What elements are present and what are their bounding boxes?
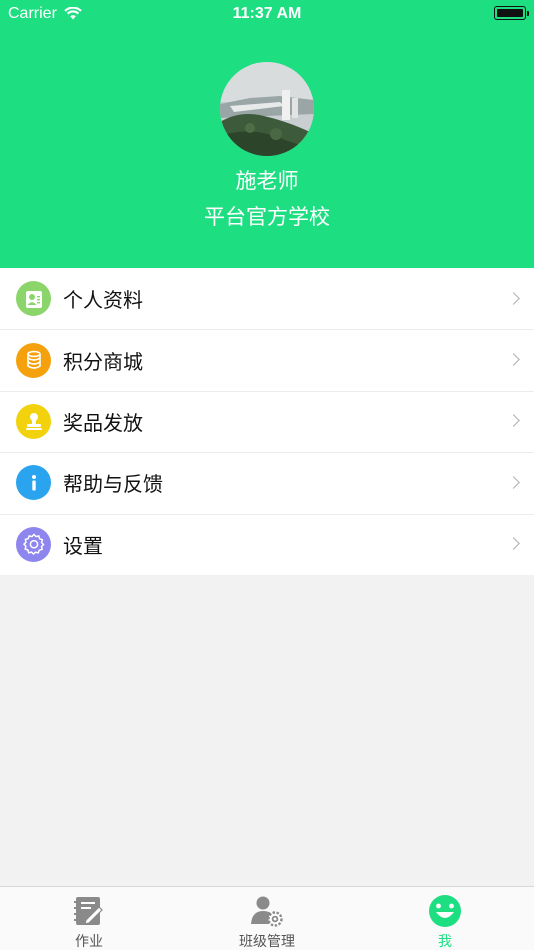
chevron-right-icon [507, 537, 520, 551]
profile-header: Carrier 11:37 AM 施老师 平台官方学校 [0, 0, 534, 268]
gear-icon [16, 526, 51, 562]
menu-item-label: 设置 [63, 533, 103, 558]
tab-homework[interactable]: 作业 [0, 887, 178, 950]
tab-label: 班级管理 [239, 934, 295, 950]
menu-item-label: 奖品发放 [63, 410, 143, 435]
homework-icon [72, 894, 106, 928]
me-smile-icon [428, 894, 462, 928]
tab-class-management[interactable]: 班级管理 [178, 887, 356, 950]
menu-item-label: 个人资料 [63, 288, 143, 313]
tab-bar: 作业 班级管理 我 [0, 886, 534, 950]
profile-card-icon [16, 281, 51, 317]
status-bar: Carrier 11:37 AM [0, 0, 534, 28]
menu-item-prize-distribution[interactable]: 奖品发放 [0, 390, 534, 452]
info-icon [16, 465, 51, 501]
menu-item-points-mall[interactable]: 积分商城 [0, 329, 534, 390]
coins-icon [16, 342, 51, 378]
menu-item-label: 帮助与反馈 [63, 472, 163, 497]
tab-me[interactable]: 我 [356, 887, 534, 950]
status-time: 11:37 AM [232, 5, 302, 22]
teacher-name: 施老师 [235, 169, 299, 193]
avatar[interactable] [220, 62, 314, 156]
stamp-icon [16, 403, 51, 439]
class-management-icon [250, 894, 284, 928]
chevron-right-icon [507, 414, 520, 428]
chevron-right-icon [507, 475, 520, 489]
menu-item-label: 积分商城 [63, 349, 143, 374]
chevron-right-icon [507, 353, 520, 366]
menu-item-help-feedback[interactable]: 帮助与反馈 [0, 452, 534, 513]
battery-icon [494, 6, 529, 20]
menu-item-profile[interactable]: 个人资料 [0, 268, 534, 329]
chevron-right-icon [507, 291, 520, 305]
school-name: 平台官方学校 [204, 205, 330, 229]
menu-item-settings[interactable]: 设置 [0, 513, 534, 575]
settings-menu: 个人资料 积分商城 奖品发放 帮助与反馈 设置 [0, 268, 534, 575]
tab-label: 作业 [75, 934, 103, 950]
tab-label: 我 [438, 934, 452, 950]
